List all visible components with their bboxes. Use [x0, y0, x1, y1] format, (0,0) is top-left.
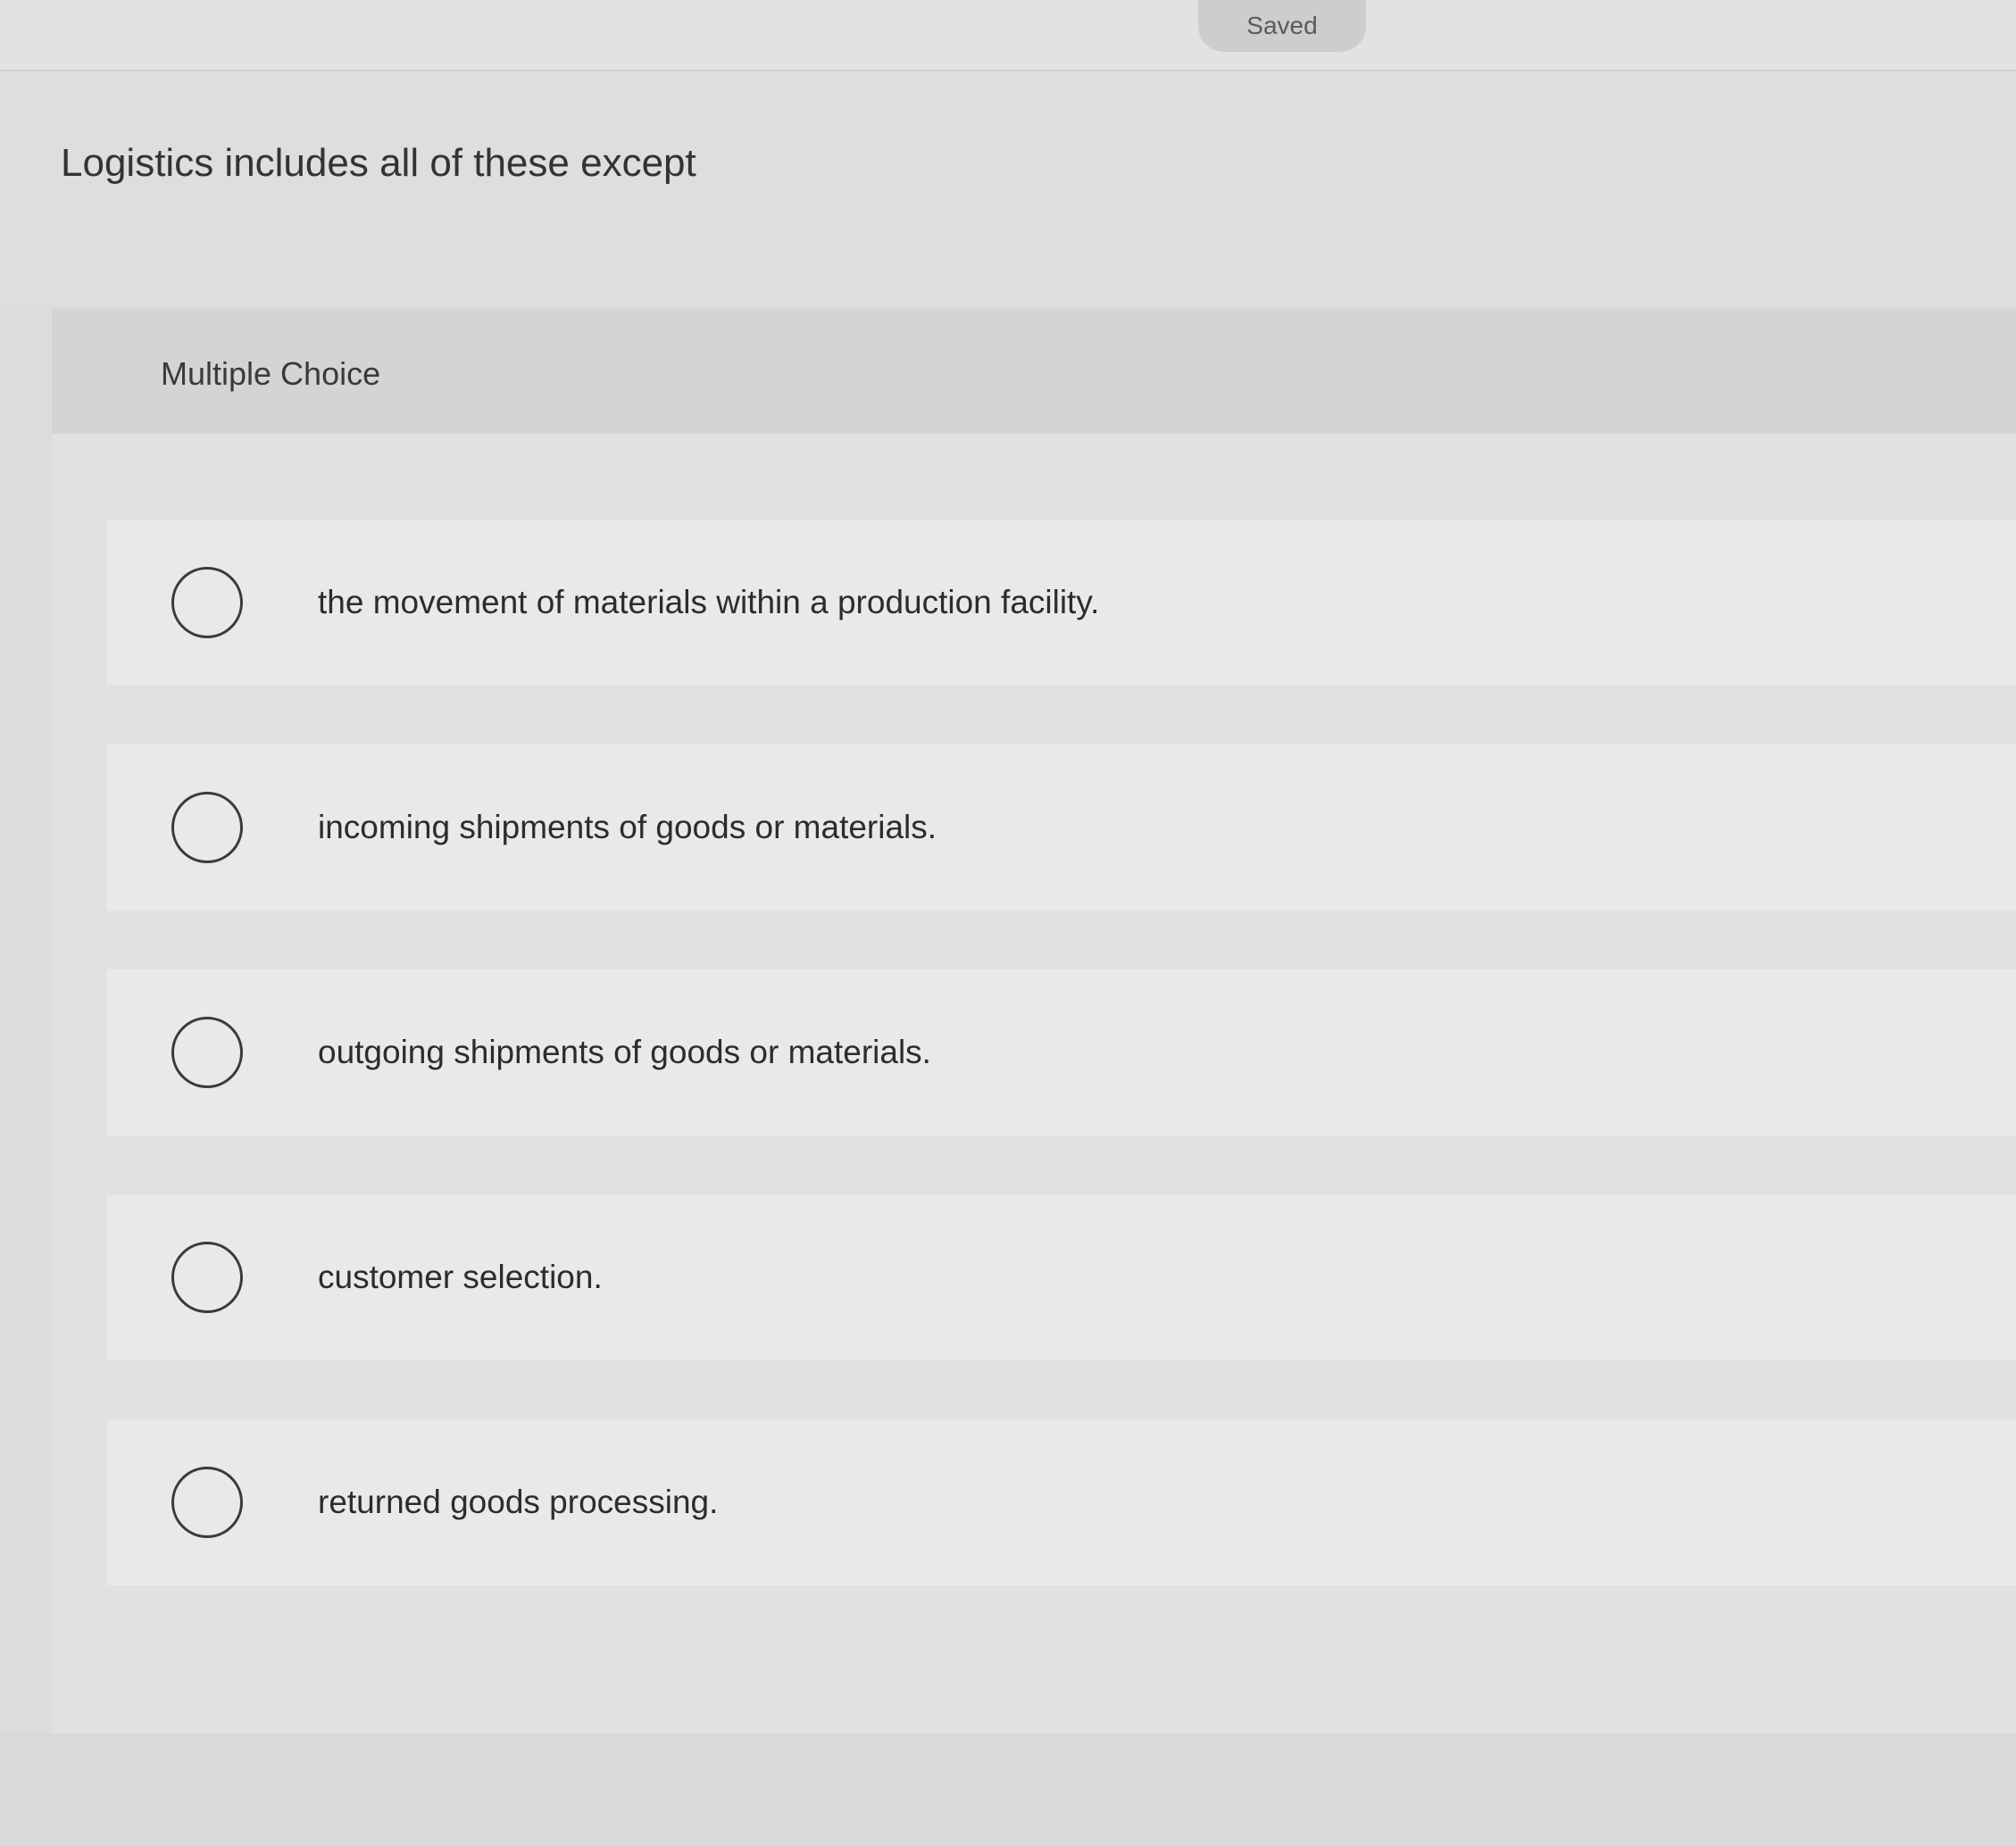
choice-option-5[interactable]: returned goods processing. [107, 1419, 2016, 1585]
radio-button-icon[interactable] [171, 1467, 243, 1538]
radio-button-icon[interactable] [171, 1017, 243, 1088]
top-bar: Saved [0, 0, 2016, 71]
answer-panel: Multiple Choice the movement of material… [52, 309, 2016, 1734]
choice-option-3[interactable]: outgoing shipments of goods or materials… [107, 969, 2016, 1135]
question-type-label: Multiple Choice [161, 355, 381, 392]
choice-label: customer selection. [318, 1259, 603, 1295]
choice-label: outgoing shipments of goods or materials… [318, 1034, 931, 1070]
choice-label: the movement of materials within a produ… [318, 584, 1100, 620]
choice-option-1[interactable]: the movement of materials within a produ… [107, 520, 2016, 686]
answer-panel-header: Multiple Choice [52, 309, 2016, 434]
choice-option-2[interactable]: incoming shipments of goods or materials… [107, 744, 2016, 911]
saved-status-label: Saved [1246, 12, 1318, 39]
choice-label: incoming shipments of goods or materials… [318, 809, 937, 845]
question-area [0, 73, 2016, 305]
radio-button-icon[interactable] [171, 792, 243, 863]
question-prompt: Logistics includes all of these except [61, 141, 696, 185]
choice-label: returned goods processing. [318, 1484, 719, 1520]
bottom-strip [0, 1734, 2016, 1846]
radio-button-icon[interactable] [171, 567, 243, 638]
saved-status-badge: Saved [1198, 0, 1366, 52]
radio-button-icon[interactable] [171, 1242, 243, 1313]
choice-option-4[interactable]: customer selection. [107, 1194, 2016, 1360]
